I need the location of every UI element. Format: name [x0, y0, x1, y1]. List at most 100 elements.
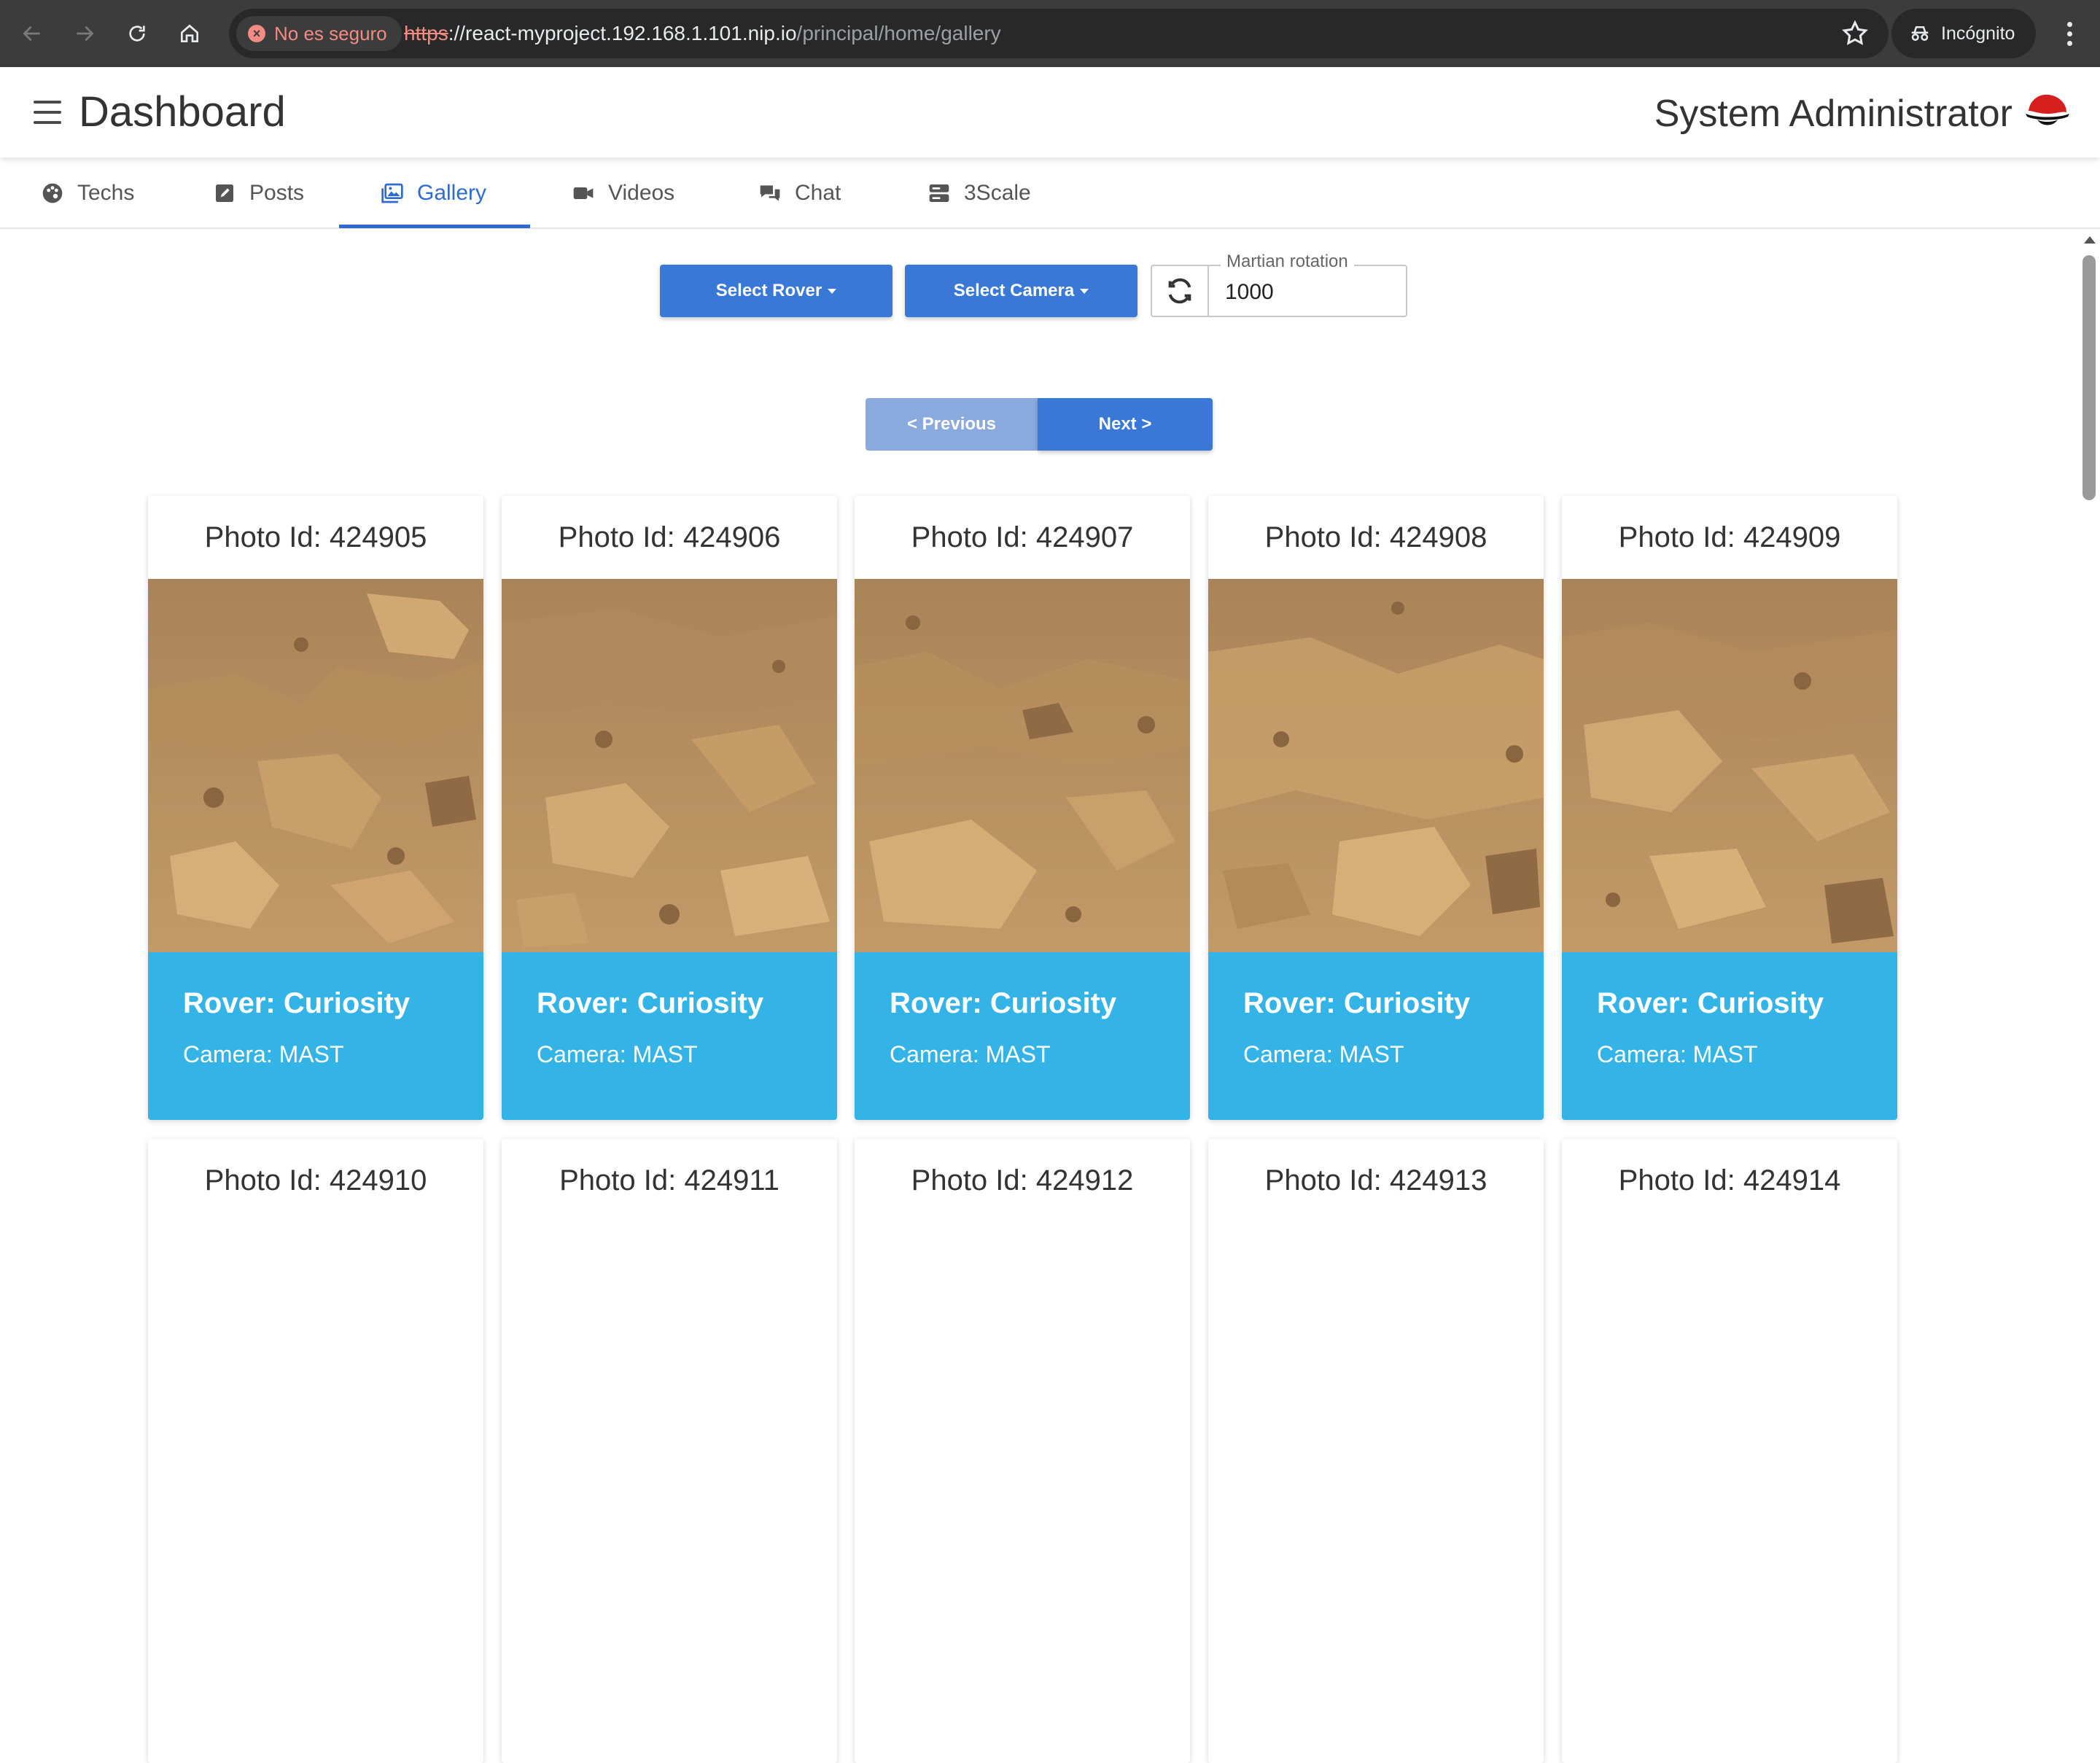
url-path: /principal/home/gallery: [796, 22, 1001, 44]
tab-bar: Techs Posts Gallery Videos Chat 3Scale: [0, 157, 2100, 229]
edit-icon: [216, 184, 233, 202]
home-icon: [181, 24, 198, 42]
refresh-icon: [1168, 278, 1191, 304]
photo-id: Photo Id: 424905: [204, 521, 427, 553]
photo-card[interactable]: Photo Id: 424905 Rover: Curiosity Camera…: [148, 496, 483, 1120]
photo-id: Photo Id: 424910: [204, 1164, 427, 1196]
camera-name: Camera: MAST: [890, 1041, 1051, 1067]
camera-name: Camera: MAST: [1597, 1041, 1758, 1067]
url-text[interactable]: https://react-myproject.192.168.1.101.ni…: [404, 9, 1001, 58]
bookmark-star-icon[interactable]: [1840, 19, 1870, 48]
rover-name: Rover: Curiosity: [537, 987, 764, 1019]
tab-label: 3Scale: [964, 181, 1031, 205]
martian-rotation-input[interactable]: [1225, 276, 1393, 308]
photo-id: Photo Id: 424911: [559, 1164, 779, 1196]
photo-card[interactable]: Photo Id: 424907 Rover: Curiosity Camera…: [855, 496, 1190, 1120]
caret-down-icon: [828, 288, 837, 294]
caret-down-icon: [1080, 288, 1089, 294]
scroll-up-arrow-icon[interactable]: [2084, 236, 2096, 244]
app-header: Dashboard System Administrator: [0, 67, 2100, 157]
previous-button[interactable]: < Previous: [866, 398, 1038, 451]
palette-icon: [42, 183, 63, 203]
photo-id: Photo Id: 424912: [911, 1164, 1134, 1196]
server-icon: [929, 184, 949, 202]
photo-card[interactable]: Photo Id: 424909 Rover: Curiosity Camera…: [1562, 496, 1897, 1120]
tab-videos[interactable]: Videos: [572, 157, 674, 229]
active-tab-indicator: [339, 225, 530, 228]
avatar[interactable]: [2023, 89, 2072, 139]
mars-photo: [148, 579, 483, 952]
camera-name: Camera: MAST: [183, 1041, 344, 1067]
rover-name: Rover: Curiosity: [890, 987, 1117, 1019]
images-icon: [381, 183, 403, 203]
camera-name: Camera: MAST: [1243, 1041, 1404, 1067]
photo-card[interactable]: Photo Id: 424906 Rover: Curiosity Camera…: [502, 496, 837, 1120]
forward-button[interactable]: [64, 13, 105, 54]
photo-card[interactable]: Photo Id: 424913: [1208, 1139, 1544, 1763]
photo-info: Rover: Curiosity Camera: MAST: [1208, 952, 1544, 1120]
home-button[interactable]: [169, 13, 210, 54]
security-indicator[interactable]: × No es seguro: [236, 16, 402, 51]
photo-info: Rover: Curiosity Camera: MAST: [1562, 952, 1897, 1120]
next-button[interactable]: Next >: [1038, 398, 1213, 451]
comments-icon: [760, 185, 780, 201]
hamburger-menu-icon[interactable]: [34, 101, 61, 124]
select-camera-button[interactable]: Select Camera: [905, 265, 1138, 317]
tab-chat[interactable]: Chat: [758, 157, 841, 229]
photo-id: Photo Id: 424914: [1618, 1164, 1841, 1196]
select-camera-label: Select Camera: [953, 281, 1075, 300]
incognito-label: Incógnito: [1941, 23, 2015, 44]
photo-id: Photo Id: 424913: [1264, 1164, 1488, 1196]
incognito-indicator[interactable]: Incógnito: [1891, 9, 2036, 58]
martian-rotation-label: Martian rotation: [1221, 252, 1354, 272]
photo-card[interactable]: Photo Id: 424914: [1562, 1139, 1897, 1763]
photo-id: Photo Id: 424908: [1264, 521, 1488, 553]
mars-photo: [855, 579, 1190, 952]
select-rover-label: Select Rover: [715, 281, 822, 300]
tab-label: Techs: [77, 181, 135, 205]
tab-3scale[interactable]: 3Scale: [928, 157, 1031, 229]
mars-photo: [1208, 579, 1544, 952]
photo-info: Rover: Curiosity Camera: MAST: [148, 952, 483, 1120]
url-host: ://react-myproject.192.168.1.101.nip.io: [448, 22, 797, 44]
security-label: No es seguro: [274, 22, 387, 44]
tab-label: Posts: [249, 181, 305, 205]
photo-id: Photo Id: 424906: [558, 521, 781, 553]
tab-techs[interactable]: Techs: [41, 157, 134, 229]
scrollbar-thumb[interactable]: [2082, 255, 2096, 500]
mars-photo: [1562, 579, 1897, 952]
url-scheme: https: [404, 22, 448, 44]
photo-card[interactable]: Photo Id: 424912: [855, 1139, 1190, 1763]
photo-info: Rover: Curiosity Camera: MAST: [855, 952, 1190, 1120]
address-bar[interactable]: × No es seguro https://react-myproject.1…: [229, 9, 1889, 58]
browser-menu-icon[interactable]: [2055, 16, 2084, 51]
video-icon: [573, 187, 594, 199]
tab-posts[interactable]: Posts: [213, 157, 304, 229]
rover-name: Rover: Curiosity: [1243, 987, 1471, 1019]
tab-label: Videos: [608, 181, 675, 205]
page-title: Dashboard: [79, 88, 286, 136]
browser-toolbar: × No es seguro https://react-myproject.1…: [0, 0, 2100, 67]
mars-photo: [502, 579, 837, 952]
rover-name: Rover: Curiosity: [1597, 987, 1824, 1019]
arrow-left-icon: [23, 26, 40, 42]
photo-info: Rover: Curiosity Camera: MAST: [502, 952, 837, 1120]
refresh-button[interactable]: [1152, 266, 1209, 316]
not-secure-icon: ×: [248, 25, 265, 42]
user-name[interactable]: System Administrator: [1654, 90, 2012, 137]
arrow-right-icon: [77, 26, 94, 42]
photo-card[interactable]: Photo Id: 424910: [148, 1139, 483, 1763]
tab-label: Chat: [795, 181, 841, 205]
rover-name: Rover: Curiosity: [183, 987, 411, 1019]
photo-card[interactable]: Photo Id: 424911: [502, 1139, 837, 1763]
tab-label: Gallery: [417, 181, 487, 205]
reload-button[interactable]: [117, 13, 158, 54]
martian-rotation-field: Martian rotation: [1151, 252, 1407, 317]
select-rover-button[interactable]: Select Rover: [660, 265, 892, 317]
tab-gallery[interactable]: Gallery: [381, 157, 486, 229]
camera-name: Camera: MAST: [537, 1041, 698, 1067]
photo-id: Photo Id: 424907: [911, 521, 1134, 553]
back-button[interactable]: [12, 13, 52, 54]
photo-id: Photo Id: 424909: [1618, 521, 1841, 553]
photo-card[interactable]: Photo Id: 424908 Rover: Curiosity Camera…: [1208, 496, 1544, 1120]
